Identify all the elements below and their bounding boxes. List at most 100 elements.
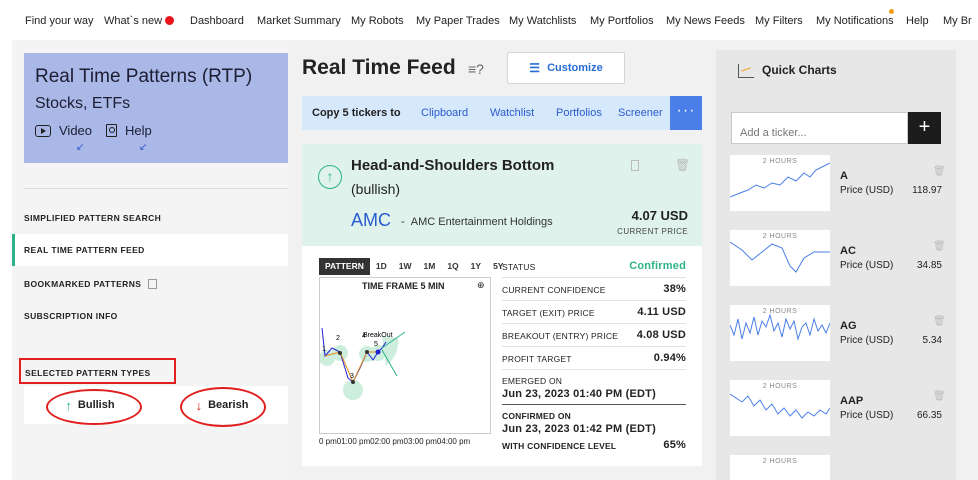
sparkline-range: 2 HOURS: [762, 233, 798, 240]
menu-real-time-pattern-feed[interactable]: REAL TIME PATTERN FEED: [12, 234, 288, 266]
nav-market-summary[interactable]: Market Summary: [257, 15, 341, 27]
add-ticker-input[interactable]: [731, 112, 908, 144]
point-dot: [365, 350, 369, 354]
trash-icon[interactable]: 🗑: [933, 391, 946, 402]
breakout-value: 4.08 USD: [636, 329, 686, 341]
sparkline-range: 2 HOURS: [762, 383, 798, 390]
help-link[interactable]: Help: [106, 123, 152, 138]
quick-chart-symbol[interactable]: AAP: [840, 395, 863, 407]
nav-my-filters[interactable]: My Filters: [755, 15, 803, 27]
external-link-icon[interactable]: ↙: [139, 142, 147, 153]
video-label: Video: [59, 123, 93, 138]
bookmark-icon[interactable]: [631, 160, 639, 171]
point-dot: [351, 380, 355, 384]
trash-icon[interactable]: 🗑: [933, 166, 946, 177]
tab-1m[interactable]: 1M: [418, 258, 442, 275]
confidence-value: 38%: [663, 283, 686, 295]
ticker-link[interactable]: AMC: [351, 210, 391, 231]
selected-pattern-types-label: SELECTED PATTERN TYPES: [19, 358, 176, 384]
pattern-chart[interactable]: 1 2 3 4 5 BreakOut: [319, 277, 491, 434]
chart-range-tabs: PATTERN 1D 1W 1M 1Q 1Y 5Y: [319, 258, 509, 275]
tab-1q[interactable]: 1Q: [441, 258, 464, 275]
customize-label: Customize: [547, 62, 603, 74]
nav-my-br[interactable]: My Br: [943, 15, 972, 27]
copy-to-screener-link[interactable]: Screener: [618, 107, 663, 119]
quick-chart-price: 118.97: [912, 185, 942, 196]
nav-my-news-feeds[interactable]: My News Feeds: [666, 15, 745, 27]
nav-find-your-way[interactable]: Find your way: [25, 15, 93, 27]
rtp-title: Real Time Patterns (RTP): [35, 66, 253, 87]
annotation-oval: [46, 389, 142, 425]
sparkline-card[interactable]: 2 HOURS: [729, 155, 831, 211]
sparkline-card[interactable]: 2 HOURS: [729, 380, 831, 436]
pattern-card-header: ↑ Head-and-Shoulders Bottom (bullish) AM…: [302, 144, 702, 246]
trash-icon[interactable]: 🗑: [933, 316, 946, 327]
menu-simplified-pattern-search[interactable]: SIMPLIFIED PATTERN SEARCH: [12, 202, 288, 234]
copy-tickers-label: Copy 5 tickers to: [312, 107, 401, 119]
divider: [24, 188, 288, 189]
point-label-3: 3: [350, 373, 354, 380]
quick-chart-symbol[interactable]: AC: [840, 245, 856, 257]
nav-my-notifications[interactable]: My Notifications: [816, 15, 894, 27]
with-confidence-label: WITH CONFIDENCE LEVEL: [502, 441, 617, 451]
quick-charts-title: Quick Charts: [762, 63, 837, 77]
confirmed-value: Jun 23, 2023 01:42 PM (EDT): [502, 423, 656, 435]
more-options-button[interactable]: ···: [670, 96, 702, 130]
sparkline-card[interactable]: 2 HOURS: [729, 305, 831, 361]
video-link[interactable]: Video: [35, 123, 92, 138]
profit-value: 0.94%: [653, 352, 686, 364]
copy-to-portfolios-link[interactable]: Portfolios: [556, 107, 602, 119]
status-value: Confirmed: [629, 260, 686, 272]
new-indicator-icon: [165, 16, 175, 25]
target-row: TARGET (EXIT) PRICE 4.11 USD: [502, 306, 686, 318]
add-ticker-button[interactable]: +: [908, 112, 941, 144]
row-divider: [502, 277, 686, 278]
copy-to-clipboard-link[interactable]: Clipboard: [421, 107, 468, 119]
help-label: Help: [125, 123, 152, 138]
point-label-5: 5: [374, 341, 378, 348]
sparkline-line: [729, 162, 831, 198]
copy-to-watchlist-link[interactable]: Watchlist: [490, 107, 534, 119]
quick-chart-symbol[interactable]: A: [840, 170, 848, 182]
sliders-icon: ☰: [529, 61, 541, 75]
confidence-label: CURRENT CONFIDENCE: [502, 285, 606, 295]
nav-my-watchlists[interactable]: My Watchlists: [509, 15, 576, 27]
menu-subscription-info[interactable]: SUBSCRIPTION INFO: [12, 300, 288, 332]
nav-whats-new[interactable]: What`s new: [104, 15, 175, 27]
quick-chart-price: 5.34: [922, 335, 942, 346]
point-label-2: 2: [336, 335, 340, 342]
quick-chart-price: 34.85: [916, 260, 942, 271]
row-divider: [502, 346, 686, 347]
nav-help[interactable]: Help: [906, 15, 929, 27]
with-confidence-value: 65%: [663, 439, 686, 451]
row-divider: [502, 369, 686, 370]
quick-chart-symbol[interactable]: AG: [840, 320, 857, 332]
nav-dashboard[interactable]: Dashboard: [190, 15, 244, 27]
top-navigation: Find your way What`s new Dashboard Marke…: [0, 0, 978, 40]
tab-pattern[interactable]: PATTERN: [319, 258, 370, 275]
breakout-label: BreakOut: [363, 332, 393, 339]
sparkline-line: [729, 241, 830, 273]
sparkline-card[interactable]: 2 HOURS: [729, 230, 830, 286]
tab-1d[interactable]: 1D: [370, 258, 393, 275]
trash-icon[interactable]: 🗑: [675, 158, 690, 172]
feed-settings-icon[interactable]: ≡?: [468, 61, 484, 77]
zoom-icon[interactable]: ⊕: [477, 280, 485, 291]
nav-my-robots[interactable]: My Robots: [351, 15, 404, 27]
nav-my-portfolios[interactable]: My Portfolios: [590, 15, 654, 27]
external-link-icon[interactable]: ↙: [76, 142, 84, 153]
sparkline-range: 2 HOURS: [762, 458, 798, 465]
emerged-label: EMERGED ON: [502, 376, 563, 386]
nav-my-paper-trades[interactable]: My Paper Trades: [416, 15, 500, 27]
tab-1y[interactable]: 1Y: [465, 258, 487, 275]
menu-bookmarked-patterns[interactable]: BOOKMARKED PATTERNS: [12, 268, 288, 300]
trash-icon[interactable]: 🗑: [933, 241, 946, 252]
annotation-oval: [180, 387, 266, 427]
point-dot: [375, 349, 381, 355]
confidence-row: CURRENT CONFIDENCE 38%: [502, 283, 686, 295]
company-label: AMC Entertainment Holdings: [410, 216, 553, 228]
sparkline-card[interactable]: 2 HOURS: [730, 455, 830, 480]
target-value: 4.11 USD: [637, 306, 686, 318]
customize-button[interactable]: ☰ Customize: [507, 52, 625, 84]
tab-1w[interactable]: 1W: [393, 258, 418, 275]
